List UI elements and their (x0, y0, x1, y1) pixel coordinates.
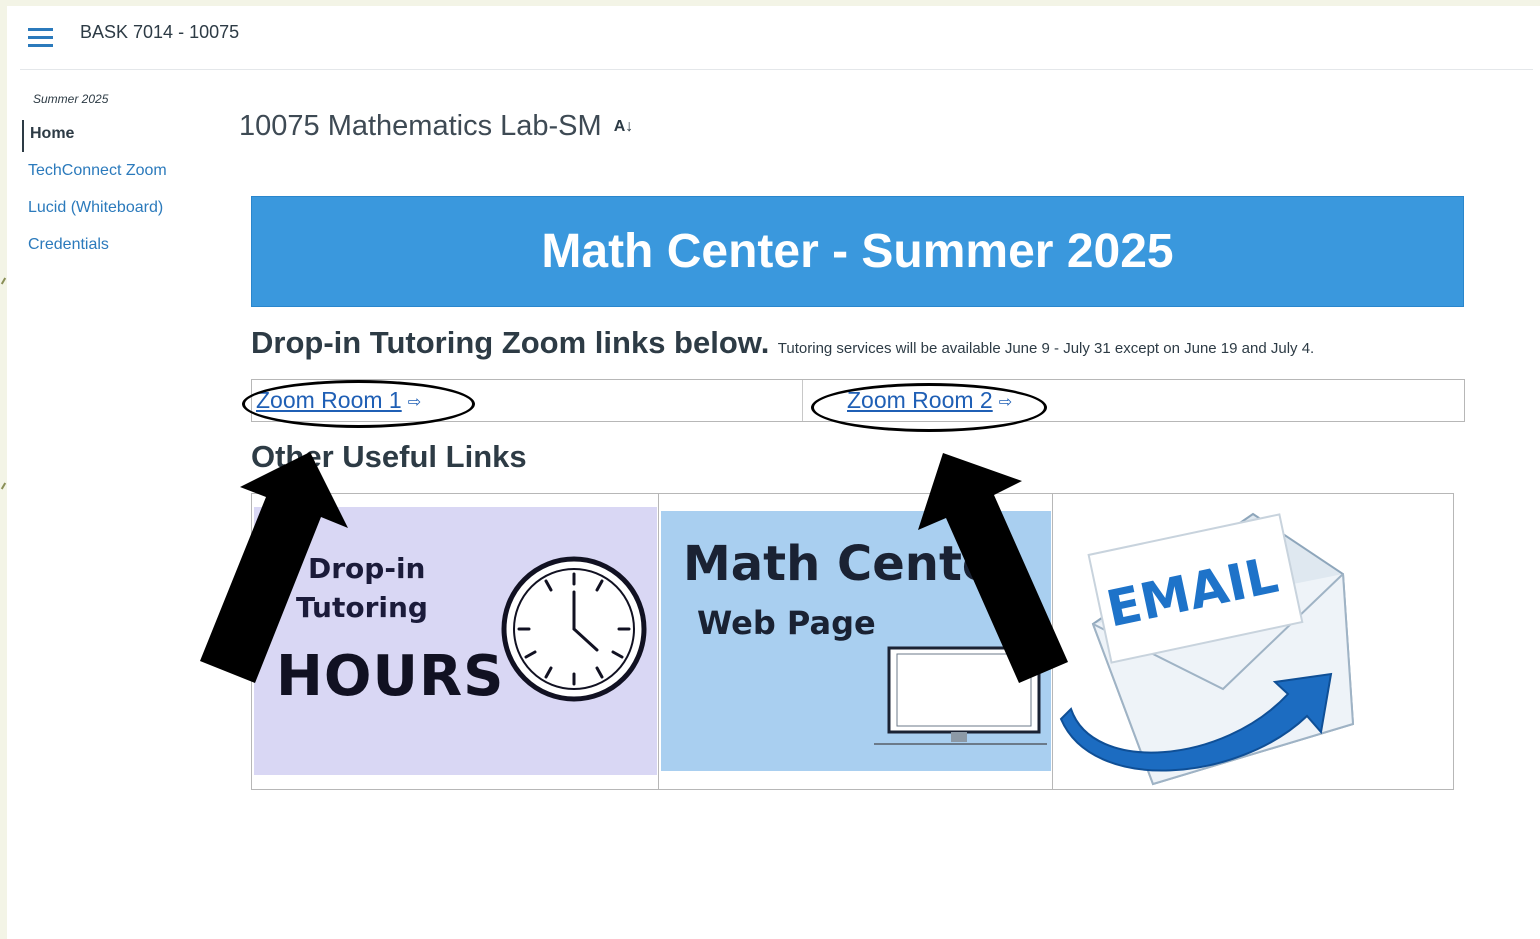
course-nav: Summer 2025 Home TechConnect Zoom Lucid … (22, 92, 212, 268)
tile-email[interactable]: EMAIL (1053, 494, 1453, 789)
other-links-heading: Other Useful Links (251, 439, 527, 474)
zoom-room-1-label: Zoom Room 1 (256, 387, 402, 413)
dropin-heading: Drop-in Tutoring Zoom links below. (251, 325, 770, 360)
web-page-line-2: Web Page (697, 604, 876, 642)
top-bar: BASK 7014 - 10075 (20, 14, 1533, 70)
breadcrumb[interactable]: BASK 7014 - 10075 (80, 22, 239, 43)
clock-icon (501, 556, 647, 702)
useful-links-grid: Drop-in Tutoring HOURS Math Cente Web Pa… (251, 493, 1454, 790)
page-title-text: 10075 Mathematics Lab-SM (239, 110, 602, 142)
table-divider (802, 380, 803, 421)
term-label: Summer 2025 (33, 92, 109, 106)
sidebar-item-lucid-whiteboard[interactable]: Lucid (Whiteboard) (22, 194, 212, 226)
dropin-note: Tutoring services will be available June… (777, 340, 1315, 357)
dropin-section-header: Drop-in Tutoring Zoom links below. Tutor… (251, 325, 1481, 361)
page-title: 10075 Mathematics Lab-SM A↓ (239, 110, 633, 143)
hamburger-icon[interactable] (28, 28, 53, 48)
web-page-line-1: Math Cente (683, 536, 995, 592)
canvas-screenshot (7, 6, 1540, 939)
sidebar-item-techconnect-zoom[interactable]: TechConnect Zoom (22, 157, 212, 189)
hours-line-2: Tutoring (296, 591, 428, 624)
hours-line-3: HOURS (276, 644, 505, 709)
immersive-reader-icon[interactable]: A↓ (614, 118, 634, 135)
zoom-room-2-link[interactable]: Zoom Room 2 ⇨ (847, 387, 1012, 414)
zoom-links-table: Zoom Room 1 ⇨ Zoom Room 2 ⇨ (251, 379, 1465, 422)
monitor-icon (874, 646, 1047, 745)
envelope-icon: EMAIL (1059, 512, 1355, 786)
tile-tutoring-hours[interactable]: Drop-in Tutoring HOURS (252, 494, 659, 789)
sidebar-item-home[interactable]: Home (22, 120, 212, 152)
zoom-room-2-label: Zoom Room 2 (847, 387, 993, 413)
zoom-room-1-link[interactable]: Zoom Room 1 ⇨ (256, 387, 421, 414)
math-center-banner: Math Center - Summer 2025 (251, 196, 1464, 307)
hours-line-1: Drop-in (308, 552, 426, 585)
sidebar-item-credentials[interactable]: Credentials (22, 231, 212, 263)
external-link-icon: ⇨ (407, 394, 422, 411)
tile-math-center-web-page[interactable]: Math Cente Web Page (659, 494, 1053, 789)
external-link-icon: ⇨ (998, 394, 1013, 411)
